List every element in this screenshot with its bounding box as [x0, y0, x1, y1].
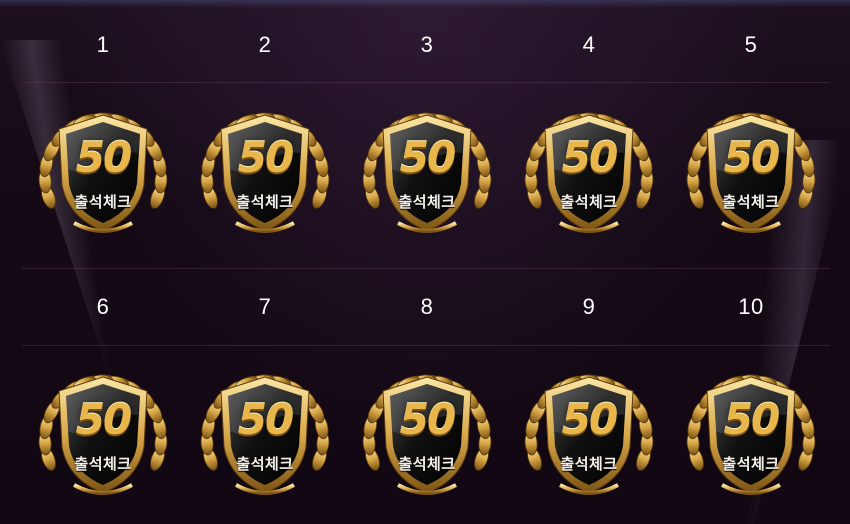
attendance-day-1[interactable]: 1 50 출석체크 — [22, 10, 184, 272]
laurel-shield-icon: 50 출석체크 — [358, 105, 496, 243]
attendance-day-10[interactable]: 10 50 출석체크 — [670, 272, 832, 524]
attendance-day-8[interactable]: 8 50 출석체크 — [346, 272, 508, 524]
attendance-day-5[interactable]: 5 50 출석체크 — [670, 10, 832, 272]
badge-label: 출석체크 — [74, 455, 132, 473]
attendance-day-4[interactable]: 4 50 출석체크 — [508, 10, 670, 272]
day-number: 7 — [258, 294, 272, 319]
badge-value: 50 — [399, 133, 456, 182]
laurel-shield-icon: 50 출석체크 — [358, 367, 496, 505]
badge-label: 출석체크 — [398, 193, 456, 211]
laurel-shield-icon: 50 출석체크 — [682, 367, 820, 505]
day-number: 5 — [744, 32, 758, 57]
badge-value: 50 — [723, 395, 780, 444]
badge-value: 50 — [237, 133, 294, 182]
badge-value: 50 — [75, 133, 132, 182]
badge-value: 50 — [561, 133, 618, 182]
day-number: 4 — [582, 32, 596, 57]
attendance-day-9[interactable]: 9 50 출석체크 — [508, 272, 670, 524]
badge-value: 50 — [237, 395, 294, 444]
laurel-shield-icon: 50 출석체크 — [682, 105, 820, 243]
badge-value: 50 — [723, 133, 780, 182]
badge-value: 50 — [75, 395, 132, 444]
laurel-shield-icon: 50 출석체크 — [34, 367, 172, 505]
badge-label: 출석체크 — [74, 193, 132, 211]
attendance-day-7[interactable]: 7 50 출석체크 — [184, 272, 346, 524]
day-number: 10 — [738, 294, 764, 319]
day-number: 2 — [258, 32, 272, 57]
laurel-shield-icon: 50 출석체크 — [520, 367, 658, 505]
day-number: 9 — [582, 294, 596, 319]
attendance-day-6[interactable]: 6 50 출석체크 — [22, 272, 184, 524]
laurel-shield-icon: 50 출석체크 — [196, 105, 334, 243]
top-bar — [0, 0, 850, 8]
attendance-day-2[interactable]: 2 50 출석체크 — [184, 10, 346, 272]
badge-label: 출석체크 — [722, 455, 780, 473]
badge-label: 출석체크 — [398, 455, 456, 473]
badge-label: 출석체크 — [236, 193, 294, 211]
day-number: 6 — [96, 294, 110, 319]
laurel-shield-icon: 50 출석체크 — [34, 105, 172, 243]
attendance-day-3[interactable]: 3 50 출석체크 — [346, 10, 508, 272]
attendance-row-2: 6 50 출석체크 7 50 출석체크 8 50 출석체크 9 50 출석체크 … — [22, 272, 830, 524]
badge-value: 50 — [399, 395, 456, 444]
badge-label: 출석체크 — [560, 193, 618, 211]
laurel-shield-icon: 50 출석체크 — [520, 105, 658, 243]
badge-label: 출석체크 — [722, 193, 780, 211]
day-number: 8 — [420, 294, 434, 319]
badge-label: 출석체크 — [236, 455, 294, 473]
day-number: 3 — [420, 32, 434, 57]
attendance-grid: 1 50 출석체크 2 50 출석체크 3 50 출석체크 4 50 출석체크 … — [22, 10, 830, 524]
badge-value: 50 — [561, 395, 618, 444]
attendance-board: 1 50 출석체크 2 50 출석체크 3 50 출석체크 4 50 출석체크 … — [0, 0, 850, 524]
day-number: 1 — [96, 32, 110, 57]
badge-label: 출석체크 — [560, 455, 618, 473]
laurel-shield-icon: 50 출석체크 — [196, 367, 334, 505]
attendance-row-1: 1 50 출석체크 2 50 출석체크 3 50 출석체크 4 50 출석체크 … — [22, 10, 830, 272]
